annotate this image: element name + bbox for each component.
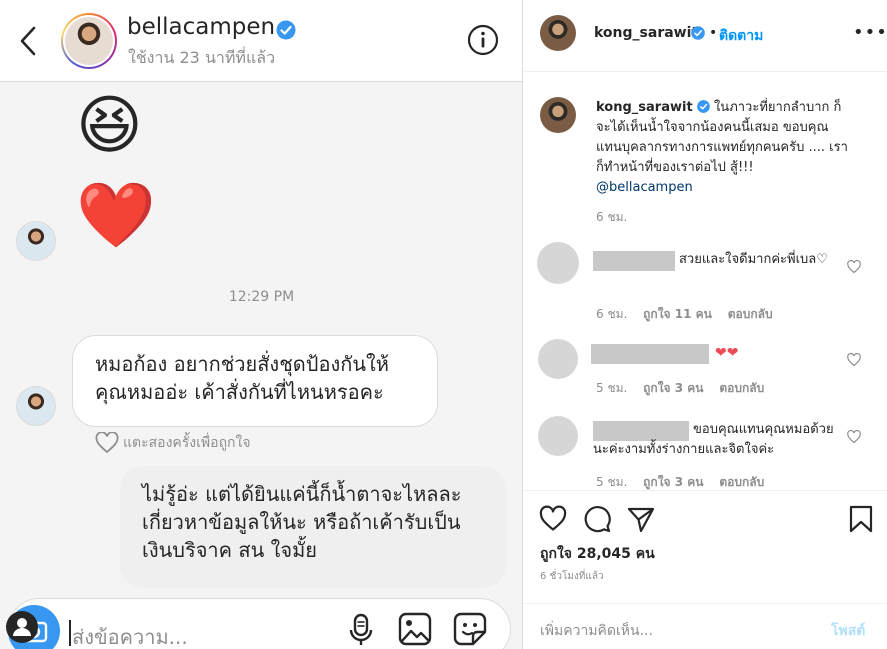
post-header: kong_sarawit • ติดตาม •••: [523, 0, 887, 72]
avatar[interactable]: [540, 97, 576, 133]
comment-likes[interactable]: ถูกใจ 11 คน: [643, 307, 712, 321]
avatar[interactable]: [61, 13, 117, 69]
sender-avatar: [16, 221, 56, 261]
post-panel: kong_sarawit • ติดตาม ••• kong_sarawit ใ…: [523, 0, 887, 649]
caption-username[interactable]: kong_sarawit: [596, 100, 693, 115]
post-caption: kong_sarawit ในภาวะที่ยากลำบาก ก็จะได้เห…: [596, 98, 854, 198]
comment-meta: 5 ชม. ถูกใจ 3 คน ตอบกลับ: [596, 379, 776, 398]
comment-likes[interactable]: ถูกใจ 3 คน: [643, 475, 703, 489]
info-icon[interactable]: [467, 24, 499, 56]
incoming-message-bubble[interactable]: หมอก้อง อยากช่วยสั่งชุดป้องกันให้คุณหมออ…: [72, 335, 438, 427]
sticker-icon[interactable]: [453, 612, 487, 646]
share-icon[interactable]: [627, 505, 655, 533]
separator-dot: •: [709, 25, 718, 41]
heart-outline-icon[interactable]: [847, 353, 861, 367]
active-status: ใช้งาน 23 นาทีที่แล้ว: [128, 48, 276, 67]
message-timestamp: 12:29 PM: [228, 289, 295, 305]
message-input[interactable]: ส่งข้อความ...: [72, 621, 188, 649]
text-caret: [69, 620, 71, 646]
comment-time: 5 ชม.: [596, 381, 628, 395]
message-thread: 😆 ❤️ 12:29 PM หมอก้อง อยากช่วยสั่งชุดป้อ…: [0, 82, 522, 649]
outgoing-message-bubble[interactable]: ไม่รู้อ่ะ แต่ได้ยินแค่นี้ก็น้ำตาจะไหลละ …: [120, 466, 506, 588]
heart-outline-icon[interactable]: [847, 430, 861, 444]
post-comment-button[interactable]: โพสต์: [831, 620, 865, 642]
comment-time: 5 ชม.: [596, 475, 628, 489]
direct-message-panel: bellacampen ใช้งาน 23 นาทีที่แล้ว 😆 ❤️ 1…: [0, 0, 523, 649]
avatar[interactable]: [537, 242, 579, 284]
person-icon: [6, 611, 38, 643]
more-options-icon[interactable]: •••: [853, 22, 887, 43]
add-comment-bar: เพิ่มความคิดเห็น... โพสต์: [523, 603, 887, 649]
post-timestamp: 6 ชั่วโมงที่แล้ว: [540, 571, 604, 582]
comment-text: ขอบคุณแทนคุณหมอด้วยนะค่ะงามทั้งร่างกายแล…: [593, 422, 834, 457]
comment-text: สวยและใจดีมากค่ะพี่เบล♡: [679, 252, 828, 267]
post-actions: ถูกใจ 28,045 คน 6 ชั่วโมงที่แล้ว เพิ่มคว…: [523, 490, 887, 649]
comment-time: 6 ชม.: [596, 307, 628, 321]
avatar[interactable]: [540, 15, 576, 51]
caption-mention[interactable]: @bellacampen: [596, 178, 854, 198]
emoji-message-heart[interactable]: ❤️: [76, 184, 156, 248]
post-username[interactable]: kong_sarawit: [594, 25, 698, 41]
reply-button[interactable]: ตอบกลับ: [719, 475, 764, 489]
dm-header: bellacampen ใช้งาน 23 นาทีที่แล้ว: [0, 0, 522, 82]
verified-badge-icon: [696, 100, 710, 113]
avatar[interactable]: [538, 339, 578, 379]
avatar[interactable]: [538, 416, 578, 456]
image-icon[interactable]: [398, 612, 432, 646]
like-count[interactable]: ถูกใจ 28,045 คน: [540, 543, 655, 565]
heart-outline-icon[interactable]: [847, 260, 861, 274]
caption-timestamp: 6 ชม.: [596, 210, 628, 224]
heart-icon[interactable]: [539, 505, 567, 533]
emoji-message-laughing[interactable]: 😆: [76, 94, 143, 158]
sender-avatar: [16, 386, 56, 426]
reply-button[interactable]: ตอบกลับ: [728, 307, 773, 321]
chat-username[interactable]: bellacampen: [127, 14, 275, 40]
heart-outline-icon[interactable]: [95, 432, 119, 454]
comment-likes[interactable]: ถูกใจ 3 คน: [643, 381, 703, 395]
comment-text: ❤❤: [715, 345, 739, 361]
verified-badge-icon: [276, 20, 296, 40]
redacted-username: [591, 344, 709, 364]
like-hint-text: แตะสองครั้งเพื่อถูกใจ: [123, 435, 251, 451]
comment-input[interactable]: เพิ่มความคิดเห็น...: [540, 620, 653, 642]
back-arrow-icon[interactable]: [14, 24, 42, 58]
verified-badge-icon: [691, 26, 705, 40]
comment-meta: 6 ชม. ถูกใจ 11 คน ตอบกลับ: [596, 305, 785, 324]
bookmark-icon[interactable]: [847, 505, 875, 533]
follow-button[interactable]: ติดตาม: [719, 25, 763, 47]
comment-icon[interactable]: [583, 505, 611, 533]
double-tap-like-hint[interactable]: แตะสองครั้งเพื่อถูกใจ: [95, 432, 251, 454]
reply-button[interactable]: ตอบกลับ: [719, 381, 764, 395]
microphone-icon[interactable]: [345, 612, 377, 648]
